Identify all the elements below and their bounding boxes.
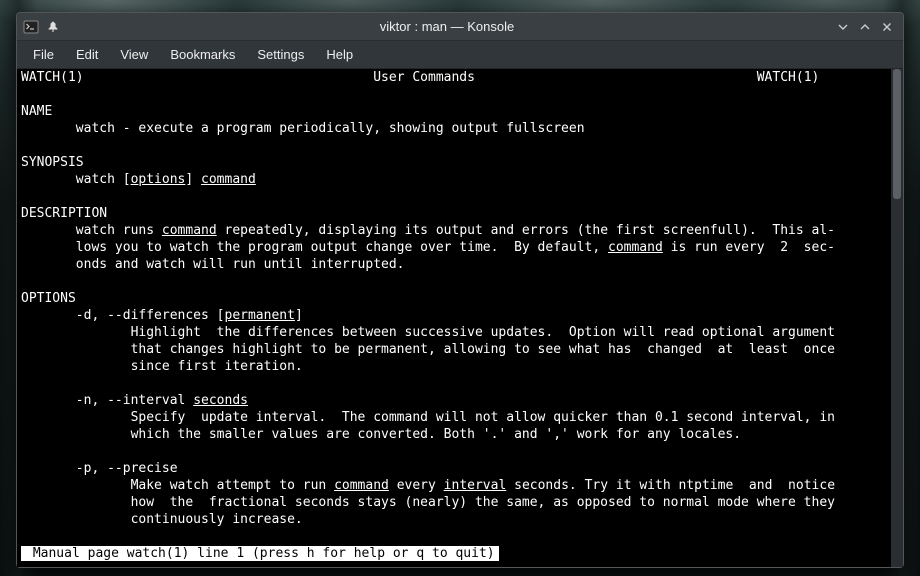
syn-options: options [131, 172, 186, 187]
opt-d-permanent: permanent [225, 308, 295, 323]
man-header-right: WATCH(1) [757, 70, 820, 85]
pager-status: Manual page watch(1) line 1 (press h for… [21, 546, 499, 561]
opt-d-text: since first iteration. [21, 359, 303, 374]
opt-p-command: command [334, 478, 389, 493]
desc-text: watch runs [21, 223, 162, 238]
spacer [475, 70, 757, 85]
opt-d: -d, --differences [ [21, 308, 225, 323]
syn-mid: ] [185, 172, 201, 187]
opt-n-text: which the smaller values are converted. … [21, 427, 741, 442]
man-header-left: WATCH(1) [21, 70, 84, 85]
pin-icon[interactable] [45, 19, 61, 35]
minimize-button[interactable] [833, 17, 853, 37]
syn-command: command [201, 172, 256, 187]
opt-p-text: Make watch attempt to run [21, 478, 334, 493]
menu-bookmarks[interactable]: Bookmarks [160, 43, 245, 66]
desc-text: lows you to watch the program output cha… [21, 240, 608, 255]
section-description: DESCRIPTION [21, 206, 107, 221]
desc-command: command [608, 240, 663, 255]
opt-p-text: seconds. Try it with ntptime and notice [506, 478, 835, 493]
close-button[interactable] [877, 17, 897, 37]
opt-d-text: Highlight the differences between succes… [21, 325, 835, 340]
desc-text: onds and watch will run until interrupte… [21, 257, 405, 272]
opt-p-text: continuously increase. [21, 512, 303, 527]
section-synopsis: SYNOPSIS [21, 155, 84, 170]
window-title: viktor : man — Konsole [61, 19, 833, 34]
syn-pre: watch [ [21, 172, 131, 187]
man-header-center: User Commands [373, 70, 475, 85]
opt-n-seconds: seconds [193, 393, 248, 408]
menu-settings[interactable]: Settings [247, 43, 314, 66]
menu-file[interactable]: File [23, 43, 64, 66]
menu-edit[interactable]: Edit [66, 43, 108, 66]
menu-view[interactable]: View [110, 43, 158, 66]
menu-help[interactable]: Help [316, 43, 363, 66]
opt-p-interval: interval [444, 478, 507, 493]
desc-command: command [162, 223, 217, 238]
menubar: File Edit View Bookmarks Settings Help [17, 41, 903, 69]
scroll-thumb[interactable] [893, 69, 901, 199]
name-line: watch - execute a program periodically, … [21, 121, 585, 136]
opt-n: -n, --interval [21, 393, 193, 408]
opt-p-text: how the fractional seconds stays (nearly… [21, 495, 835, 510]
section-options: OPTIONS [21, 291, 76, 306]
app-icon [23, 19, 39, 35]
opt-d-text: that changes highlight to be permanent, … [21, 342, 835, 357]
opt-p: -p, --precise [21, 461, 178, 476]
titlebar[interactable]: viktor : man — Konsole [17, 13, 903, 41]
terminal-scrollbar[interactable] [891, 69, 903, 567]
desc-text: is run every 2 sec- [663, 240, 835, 255]
terminal[interactable]: WATCH(1) User Commands WATCH(1) NAME wat… [17, 69, 891, 567]
opt-n-text: Specify update interval. The command wil… [21, 410, 835, 425]
desc-text: repeatedly, displaying its output and er… [217, 223, 835, 238]
maximize-button[interactable] [855, 17, 875, 37]
opt-d: ] [295, 308, 303, 323]
konsole-window: viktor : man — Konsole File Edit View Bo… [16, 12, 904, 568]
spacer [84, 70, 374, 85]
section-name: NAME [21, 104, 52, 119]
opt-p-text: every [389, 478, 444, 493]
